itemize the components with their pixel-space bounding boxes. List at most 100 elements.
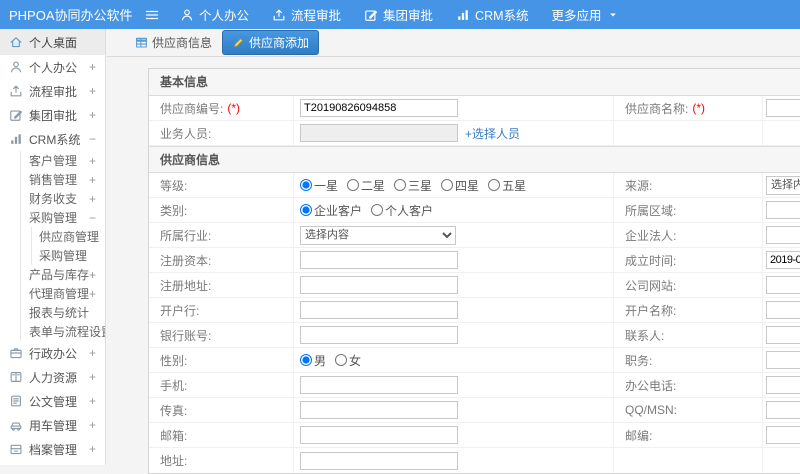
gender-radio[interactable] — [300, 354, 312, 366]
category-label: 类别: — [149, 198, 294, 222]
form-row: 类别: 企业客户 个人客户 所属区域: — [149, 198, 800, 223]
company-website-input[interactable] — [766, 276, 800, 294]
sidebar-item-reports-stats[interactable]: 报表与统计 — [20, 303, 105, 322]
sidebar-item-human-resources[interactable]: 人力资源 + — [0, 365, 105, 389]
nav-item-personal-office[interactable]: 个人办公 — [180, 5, 249, 24]
sidebar-item-purchase-mgmt[interactable]: 采购管理 − — [20, 208, 105, 227]
nav-item-workflow-approval[interactable]: 流程审批 — [272, 5, 341, 24]
sidebar-item-sales-mgmt[interactable]: 销售管理 + — [20, 170, 105, 189]
level-radio[interactable] — [488, 179, 501, 191]
sidebar-item-purchase-mgmt-sub[interactable]: 采购管理 — [20, 246, 105, 265]
expand-plus-icon[interactable]: + — [89, 394, 105, 408]
expand-plus-icon[interactable]: + — [89, 418, 105, 432]
sidebar-item-label: 公文管理 — [29, 394, 78, 409]
sidebar-item-vehicle-mgmt[interactable]: 用车管理 + — [0, 413, 105, 437]
level-radio-option[interactable]: 五星 — [488, 177, 526, 194]
contact-person-input[interactable] — [766, 326, 800, 344]
level-radio[interactable] — [441, 179, 454, 191]
required-marker: (*) — [227, 101, 241, 115]
supplier-form-panel: 基本信息供应商编号:(*)供应商名称:(*)业务人员:+选择人员供应商信息等级:… — [148, 68, 800, 474]
business-staff-input[interactable] — [300, 124, 458, 142]
expand-plus-icon[interactable]: + — [89, 370, 105, 384]
sidebar-item-personal-office[interactable]: 个人办公 + — [0, 55, 105, 79]
nav-item-more-apps[interactable]: 更多应用 — [552, 5, 619, 24]
tab-supplier-add[interactable]: 供应商添加 — [222, 30, 320, 55]
category-radio[interactable] — [300, 204, 312, 216]
mobile-input[interactable] — [300, 376, 458, 394]
sidebar-item-group-approval[interactable]: 集团审批 + — [0, 103, 105, 127]
expand-plus-icon[interactable]: + — [89, 84, 105, 98]
registered-address-input[interactable] — [300, 276, 458, 294]
position-input[interactable] — [766, 351, 800, 369]
sidebar-item-form-flow-settings[interactable]: 表单与流程设置+ — [20, 322, 105, 341]
empty-label-cell — [614, 121, 763, 145]
sidebar-item-product-inventory[interactable]: 产品与库存 + — [20, 265, 105, 284]
expand-plus-icon[interactable]: + — [89, 442, 105, 456]
sidebar-item-agent-mgmt[interactable]: 代理商管理 + — [20, 284, 105, 303]
expand-plus-icon[interactable]: + — [89, 192, 105, 206]
zip-code-input[interactable] — [766, 426, 800, 444]
sidebar-item-finance-mgmt[interactable]: 财务收支 + — [20, 189, 105, 208]
sidebar-item-workflow-approval[interactable]: 流程审批 + — [0, 79, 105, 103]
expand-plus-icon[interactable]: + — [89, 287, 105, 301]
registered-capital-input[interactable] — [300, 251, 458, 269]
category-radio[interactable] — [371, 204, 384, 216]
level-radio-option[interactable]: 二星 — [347, 177, 385, 194]
collapse-minus-icon[interactable]: − — [89, 132, 105, 146]
gender-radio-option[interactable]: 女 — [335, 352, 361, 369]
category-radio-option[interactable]: 个人客户 — [371, 202, 433, 219]
expand-plus-icon[interactable]: + — [89, 268, 105, 282]
category-radio-option[interactable]: 企业客户 — [300, 202, 362, 219]
bank-input[interactable] — [300, 301, 458, 319]
level-radio-option[interactable]: 三星 — [394, 177, 432, 194]
expand-plus-icon[interactable]: + — [89, 154, 105, 168]
region-input[interactable] — [766, 201, 800, 219]
top-bar: PHPOA协同办公软件 个人办公 流程审批 集团审批 CRM系统 更多应用 — [0, 0, 800, 29]
pick-person-link[interactable]: +选择人员 — [465, 125, 520, 142]
expand-plus-icon[interactable]: + — [89, 108, 105, 122]
nav-item-crm-system[interactable]: CRM系统 — [456, 5, 529, 24]
level-radio[interactable] — [347, 179, 360, 191]
sidebar-item-admin-office[interactable]: 行政办公 + — [0, 341, 105, 365]
field-label-text: 手机: — [160, 378, 188, 393]
field-label-text: 银行账号: — [160, 328, 212, 343]
user-icon — [9, 60, 23, 74]
legal-person-input[interactable] — [766, 226, 800, 244]
account-name-input[interactable] — [766, 301, 800, 319]
supplier-code-input[interactable] — [300, 99, 458, 117]
sidebar-item-supplier-mgmt[interactable]: 供应商管理 — [20, 227, 105, 246]
nav-item-group-approval[interactable]: 集团审批 — [364, 5, 433, 24]
supplier-name-input[interactable] — [766, 99, 800, 117]
tab-supplier-info[interactable]: 供应商信息 — [133, 31, 214, 54]
sidebar-item-personal-desktop[interactable]: 个人桌面 — [0, 29, 105, 55]
expand-plus-icon[interactable]: + — [89, 346, 105, 360]
radio-option-label: 男 — [314, 353, 327, 368]
sidebar-item-customer-mgmt[interactable]: 客户管理 + — [20, 151, 105, 170]
collapse-minus-icon[interactable]: − — [89, 211, 105, 225]
gender-radio-option[interactable]: 男 — [300, 352, 326, 369]
address-input[interactable] — [300, 451, 458, 470]
level-radio-option[interactable]: 一星 — [300, 177, 338, 194]
sidebar-item-crm-system[interactable]: CRM系统 − — [0, 127, 105, 151]
qq-msn-input[interactable] — [766, 401, 800, 419]
expand-plus-icon[interactable]: + — [89, 173, 105, 187]
gender-radio[interactable] — [335, 354, 348, 366]
required-marker: (*) — [692, 101, 706, 115]
level-radio[interactable] — [300, 179, 312, 191]
sidebar-item-document-mgmt[interactable]: 公文管理 + — [0, 389, 105, 413]
sidebar-item-partial-item[interactable]: + — [0, 461, 105, 465]
level-radio[interactable] — [394, 179, 407, 191]
sidebar-item-archive-mgmt[interactable]: 档案管理 + — [0, 437, 105, 461]
menu-toggle-button[interactable] — [144, 7, 160, 23]
industry-select[interactable]: 选择内容 — [300, 225, 456, 245]
email-input[interactable] — [300, 426, 458, 444]
bank-account-input[interactable] — [300, 326, 458, 344]
level-radio-option[interactable]: 四星 — [441, 177, 479, 194]
fax-input[interactable] — [300, 401, 458, 419]
region-label: 所属区域: — [614, 198, 763, 222]
office-phone-input[interactable] — [766, 376, 800, 394]
folder-icon — [9, 442, 23, 456]
founding-date-input[interactable] — [766, 251, 800, 269]
expand-plus-icon[interactable]: + — [89, 60, 105, 74]
source-select[interactable]: 选择内容 — [766, 175, 800, 195]
